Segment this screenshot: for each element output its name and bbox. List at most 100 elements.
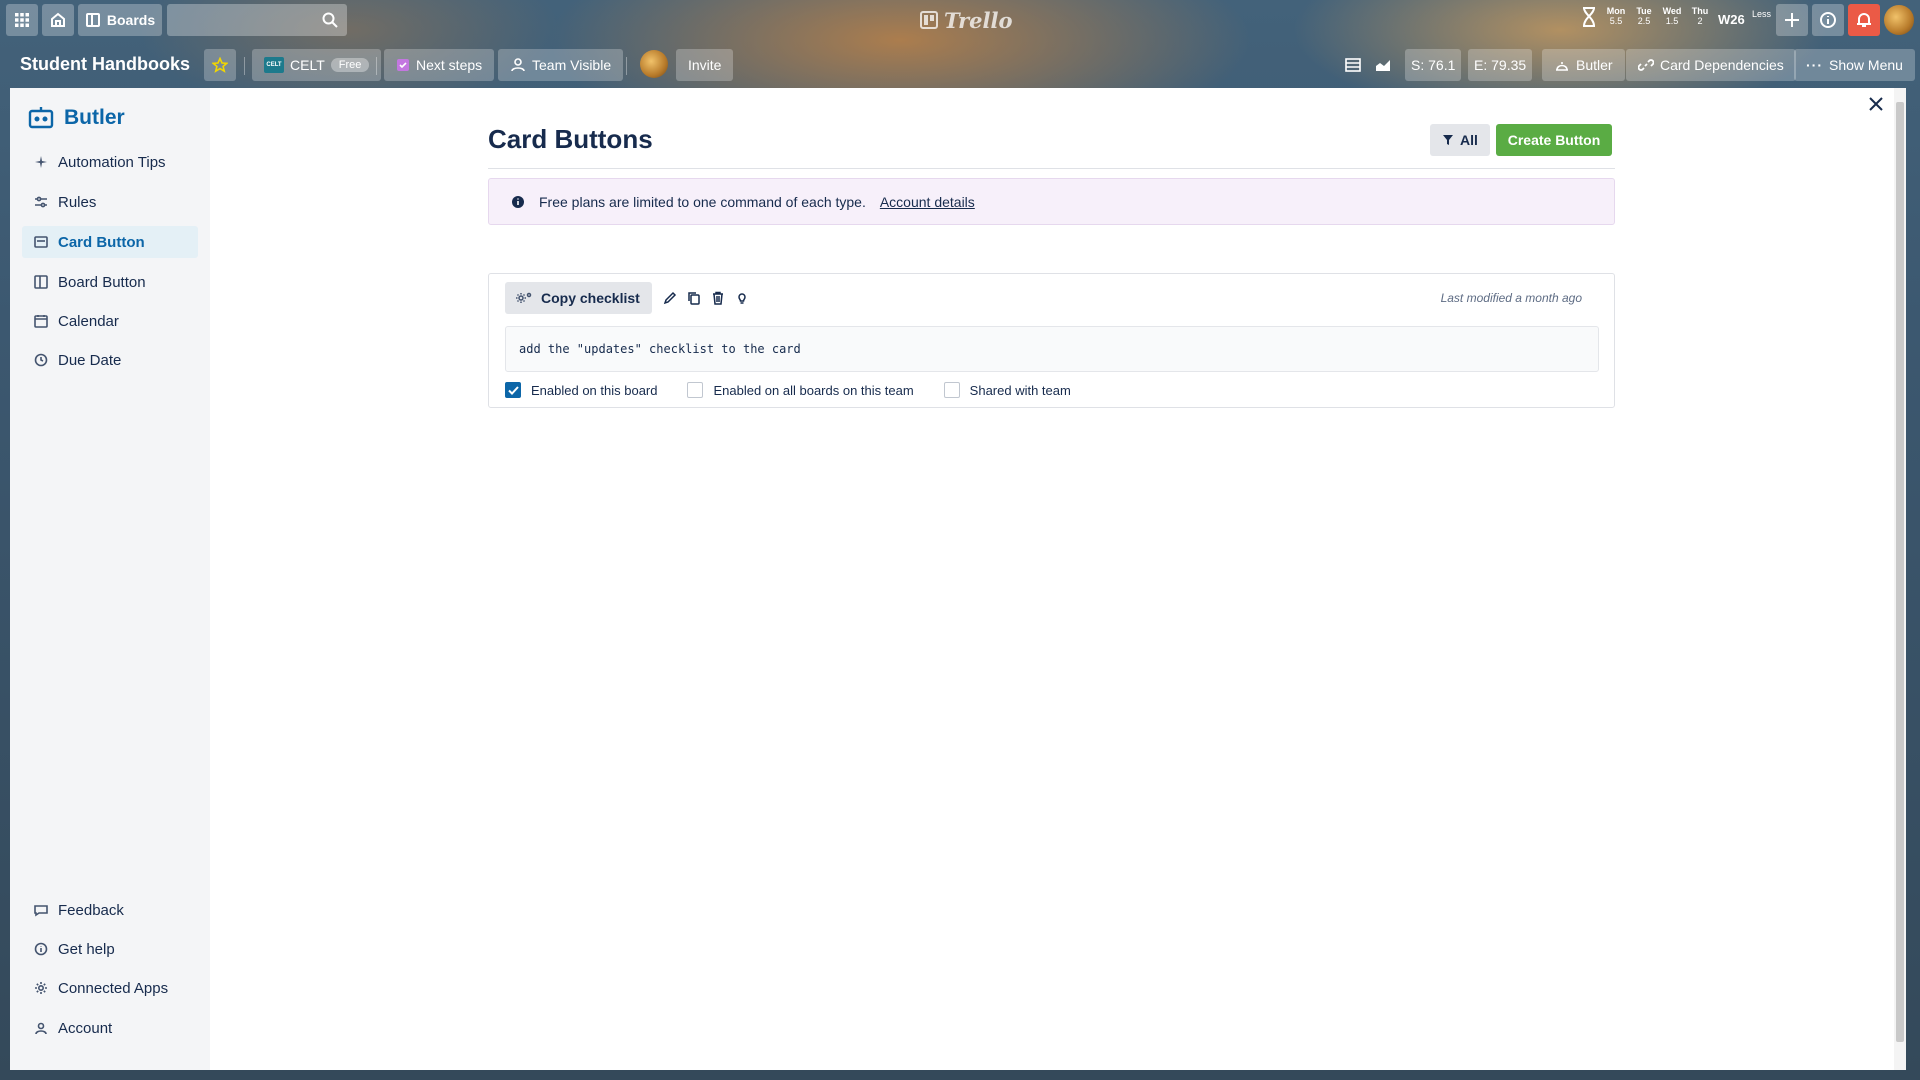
filter-icon: [1443, 135, 1454, 145]
filter-label: All: [1460, 132, 1478, 148]
create-button[interactable]: [1776, 4, 1808, 36]
butler-button[interactable]: Butler: [1542, 49, 1625, 81]
free-plan-notice: Free plans are limited to one command of…: [488, 178, 1615, 225]
modal-scrollbar[interactable]: [1894, 88, 1906, 1070]
sidebar-item-label: Automation Tips: [58, 153, 166, 171]
last-modified: Last modified a month ago: [1440, 291, 1582, 305]
sidebar-item-connected-apps[interactable]: Connected Apps: [22, 972, 198, 1004]
s-score: S: 76.1: [1405, 49, 1462, 81]
option-shared-with-team[interactable]: Shared with team: [943, 382, 1071, 398]
card-dependencies-label: Card Dependencies: [1660, 57, 1784, 73]
weekday-mon: Mon 5.5: [1606, 6, 1626, 26]
ellipsis-icon: ···: [1806, 57, 1823, 73]
next-steps-button[interactable]: Next steps: [384, 49, 495, 81]
option-enabled-on-board[interactable]: Enabled on this board: [505, 382, 657, 398]
gears-icon: [516, 292, 532, 303]
invite-button[interactable]: Invite: [676, 49, 734, 81]
divider: [626, 57, 627, 75]
chat-icon: [34, 905, 48, 917]
home-button[interactable]: [42, 4, 74, 36]
info-icon: [512, 195, 524, 208]
weekday-hours: Mon 5.5 Tue 2.5 Wed 1.5 Thu 2: [1606, 6, 1710, 26]
user-avatar[interactable]: [1884, 5, 1914, 35]
sidebar-item-due-date[interactable]: Due Date: [22, 344, 198, 376]
plus-icon: [1785, 13, 1799, 27]
command-actions: [663, 291, 749, 305]
butler-sidebar-title: Butler: [64, 106, 125, 129]
command-name: Copy checklist: [541, 290, 640, 306]
trash-icon[interactable]: [711, 291, 725, 305]
visibility-label: Team Visible: [532, 57, 612, 73]
notifications-button[interactable]: [1848, 4, 1880, 36]
sidebar-item-label: Rules: [58, 193, 97, 211]
trello-logo[interactable]: Trello: [920, 6, 1013, 34]
sidebar-item-board-button[interactable]: Board Button: [22, 266, 198, 298]
create-button-button[interactable]: Create Button: [1496, 124, 1612, 156]
account-details-link[interactable]: Account details: [880, 194, 975, 210]
board-icon: [34, 275, 48, 289]
gear-icon: [35, 982, 47, 994]
apps-switcher-button[interactable]: [6, 4, 38, 36]
option-label: Shared with team: [969, 382, 1071, 398]
option-enabled-on-all-boards[interactable]: Enabled on all boards on this team: [687, 382, 914, 398]
option-label: Enabled on this board: [531, 382, 658, 398]
visibility-button[interactable]: Team Visible: [498, 49, 624, 81]
star-icon: [212, 57, 228, 73]
notice-text: Free plans are limited to one command of…: [539, 193, 866, 210]
list-view-icon[interactable]: [1345, 58, 1361, 75]
trello-logo-icon: [920, 11, 938, 29]
link-icon: [1638, 59, 1654, 71]
sidebar-item-calendar[interactable]: Calendar: [22, 305, 198, 337]
butler-robot-icon: [28, 107, 54, 129]
lightbulb-icon[interactable]: [735, 291, 749, 305]
show-menu-button[interactable]: ··· Show Menu: [1794, 49, 1915, 81]
grid-icon: [15, 13, 29, 27]
sidebar-item-rules[interactable]: Rules: [22, 186, 198, 218]
free-badge: Free: [330, 58, 370, 72]
enabled-on-all-boards-checkbox[interactable]: [687, 382, 704, 398]
invite-label: Invite: [688, 57, 722, 73]
shared-with-team-checkbox[interactable]: [943, 382, 960, 398]
team-button[interactable]: CELT CELT Free: [252, 49, 382, 81]
member-avatar[interactable]: [640, 50, 668, 78]
sidebar-item-label: Board Button: [58, 273, 146, 291]
butler-sidebar: Butler Automation Tips Rules Card Button…: [10, 88, 210, 1070]
search-icon: [321, 11, 339, 32]
less-toggle[interactable]: Less: [1752, 9, 1771, 19]
filter-button[interactable]: All: [1430, 124, 1490, 156]
board-title[interactable]: Student Handbooks: [20, 54, 190, 75]
sidebar-item-account[interactable]: Account: [22, 1012, 198, 1044]
search-input[interactable]: [167, 4, 347, 36]
info-icon: [1820, 12, 1836, 28]
sparkle-icon: [35, 156, 47, 168]
sidebar-item-automation-tips[interactable]: Automation Tips: [22, 146, 198, 178]
enabled-on-board-checkbox[interactable]: [505, 382, 521, 398]
team-label: CELT: [290, 57, 325, 73]
sidebar-item-label: Card Button: [58, 233, 145, 251]
sidebar-item-card-button[interactable]: Card Button: [22, 226, 198, 258]
star-button[interactable]: [204, 49, 236, 81]
boards-button[interactable]: Boards: [78, 4, 162, 36]
close-icon[interactable]: [1868, 96, 1884, 115]
timer-icon[interactable]: [1580, 6, 1598, 31]
pencil-icon[interactable]: [663, 291, 677, 305]
sliders-icon: [35, 196, 47, 208]
chart-icon[interactable]: [1375, 58, 1391, 75]
sidebar-item-label: Get help: [58, 940, 115, 958]
command-description[interactable]: add the "updates" checklist to the card: [505, 326, 1599, 372]
sidebar-item-get-help[interactable]: Get help: [22, 933, 198, 965]
logo-text: Trello: [944, 7, 1013, 33]
info-icon: [34, 942, 48, 956]
info-button[interactable]: [1812, 4, 1844, 36]
scrollbar-thumb[interactable]: [1896, 102, 1904, 1042]
clock-icon: [34, 353, 48, 367]
copy-icon[interactable]: [687, 291, 701, 305]
card-dependencies-button[interactable]: Card Dependencies: [1626, 49, 1796, 81]
top-bar: Boards Trello Mon 5.5 Tue 2.5 Wed 1.5 Thu 2 …: [0, 0, 1920, 40]
command-name-chip[interactable]: Copy checklist: [505, 282, 652, 314]
sidebar-item-label: Due Date: [58, 351, 122, 369]
board-icon: [85, 13, 100, 27]
sidebar-item-label: Account: [58, 1019, 113, 1037]
e-score: E: 79.35: [1468, 49, 1533, 81]
sidebar-item-feedback[interactable]: Feedback: [22, 894, 198, 926]
